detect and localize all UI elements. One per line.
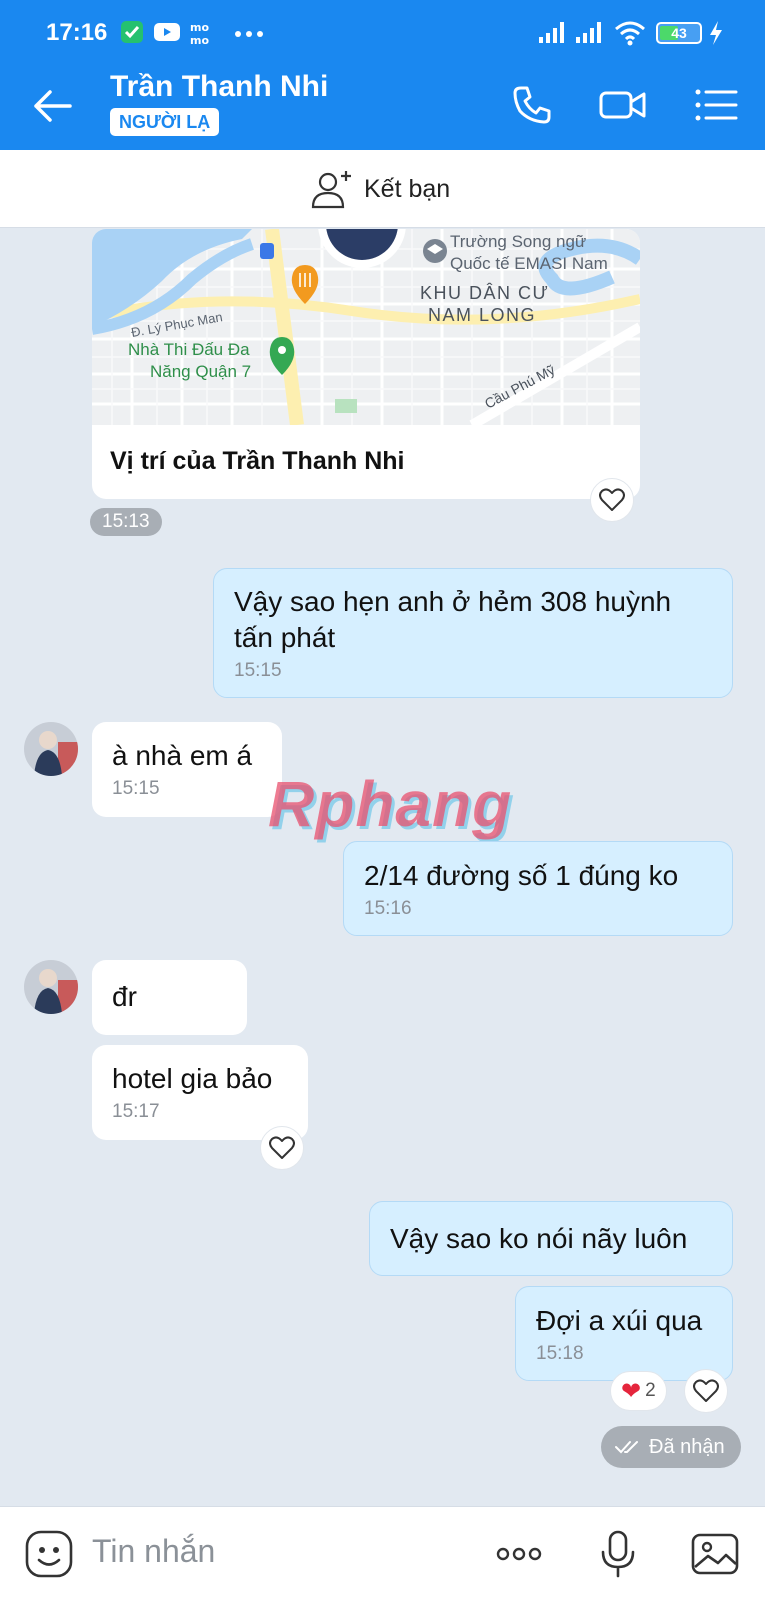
message-text: đr [112, 981, 137, 1012]
svg-text:mo: mo [190, 34, 209, 46]
message-time: 15:15 [234, 660, 282, 681]
message-bubble-outgoing[interactable]: Vậy sao ko nói nãy luôn [369, 1201, 733, 1276]
battery-level: 43 [671, 25, 687, 41]
status-time: 17:16 [46, 19, 108, 46]
react-heart-button[interactable] [260, 1126, 304, 1170]
check-app-icon [121, 21, 143, 43]
location-map[interactable]: Trường Song ngữ Quốc tế EMASI Nam KHU DÂ… [92, 229, 640, 425]
svg-text:mo: mo [190, 21, 209, 34]
video-call-icon[interactable] [598, 80, 648, 130]
react-heart-button[interactable] [684, 1369, 728, 1413]
charging-icon [710, 21, 722, 45]
message-text: Đợi a xúi qua [536, 1305, 703, 1336]
map-label-area-1: KHU DÂN CƯ [420, 283, 549, 303]
status-bar: 17:16 mo mo 43 [0, 0, 765, 62]
map-label-arena-1: Nhà Thi Đấu Đa [128, 340, 250, 359]
image-gallery-icon[interactable] [690, 1529, 740, 1579]
add-friend-bar: Kết bạn [0, 150, 765, 228]
avatar-image [24, 960, 78, 1014]
message-text: à nhà em á [112, 740, 253, 771]
add-user-icon [311, 171, 351, 209]
sticker-emoji-icon[interactable] [24, 1529, 74, 1579]
double-check-icon [615, 1441, 638, 1454]
more-dots-icon [235, 31, 263, 37]
red-heart-icon: ❤ [621, 1377, 642, 1405]
message-input[interactable]: Tin nhắn [92, 1533, 215, 1570]
heart-outline-icon [269, 1136, 295, 1159]
message-text: tấn phát [234, 622, 336, 653]
map-label-area-2: NAM LONG [428, 305, 536, 325]
map-label-arena-2: Năng Quận 7 [150, 362, 251, 381]
contact-avatar[interactable] [24, 722, 78, 776]
menu-list-icon[interactable] [692, 80, 742, 130]
react-heart-button[interactable] [590, 478, 634, 522]
message-bubble-incoming[interactable]: à nhà em á 15:15 [92, 722, 282, 817]
location-card[interactable]: Trường Song ngữ Quốc tế EMASI Nam KHU DÂ… [92, 229, 640, 499]
wifi-icon [615, 21, 645, 46]
contact-name[interactable]: Trần Thanh Nhi [110, 70, 328, 104]
watermark: Rphang [268, 768, 513, 840]
youtube-icon [154, 23, 180, 41]
message-text: hotel gia bảo [112, 1063, 273, 1094]
heart-outline-icon [599, 488, 625, 511]
message-time: 15:16 [364, 898, 412, 919]
location-time: 15:13 [90, 508, 162, 536]
avatar-image [24, 722, 78, 776]
message-bubble-incoming[interactable]: đr [92, 960, 247, 1035]
signal-icon [539, 22, 564, 43]
chat-area[interactable]: Trường Song ngữ Quốc tế EMASI Nam KHU DÂ… [0, 229, 765, 1506]
message-bubble-outgoing[interactable]: Đợi a xúi qua 15:18 [515, 1286, 733, 1381]
heart-outline-icon [693, 1379, 719, 1402]
message-text: 2/14 đường số 1 đúng ko [364, 860, 679, 891]
map-label-school-2: Quốc tế EMASI Nam [450, 254, 608, 273]
stranger-badge: NGƯỜI LẠ [110, 108, 220, 136]
delivery-status-label: Đã nhận [649, 1436, 725, 1458]
message-time: 15:17 [112, 1101, 160, 1122]
reaction-count: 2 [645, 1380, 656, 1401]
message-text: Vậy sao ko nói nãy luôn [390, 1223, 688, 1254]
message-text: Vậy sao hẹn anh ở hẻm 308 huỳnh [234, 586, 672, 617]
add-friend-label: Kết bạn [364, 174, 451, 203]
microphone-icon[interactable] [593, 1529, 643, 1579]
chat-header: Trần Thanh Nhi NGƯỜI LẠ [0, 62, 765, 150]
back-arrow-icon[interactable] [30, 84, 74, 128]
phone-call-icon[interactable] [507, 80, 557, 130]
momo-icon: mo mo [190, 21, 209, 46]
reaction-count-badge[interactable]: ❤ 2 [610, 1371, 667, 1411]
more-options-icon[interactable] [494, 1529, 544, 1579]
message-input-bar: Tin nhắn [0, 1506, 765, 1600]
message-time: 15:15 [112, 778, 160, 799]
message-time: 15:18 [536, 1343, 584, 1364]
battery-icon: 43 [656, 22, 702, 44]
delivery-status: Đã nhận [601, 1426, 741, 1468]
signal-icon [576, 22, 601, 43]
map-label-school-1: Trường Song ngữ [450, 232, 586, 251]
message-bubble-outgoing[interactable]: 2/14 đường số 1 đúng ko 15:16 [343, 841, 733, 936]
contact-avatar[interactable] [24, 960, 78, 1014]
add-friend-button[interactable]: Kết bạn [310, 166, 450, 212]
location-caption: Vị trí của Trần Thanh Nhi [110, 447, 405, 475]
message-bubble-outgoing[interactable]: Vậy sao hẹn anh ở hẻm 308 huỳnh tấn phát… [213, 568, 733, 698]
